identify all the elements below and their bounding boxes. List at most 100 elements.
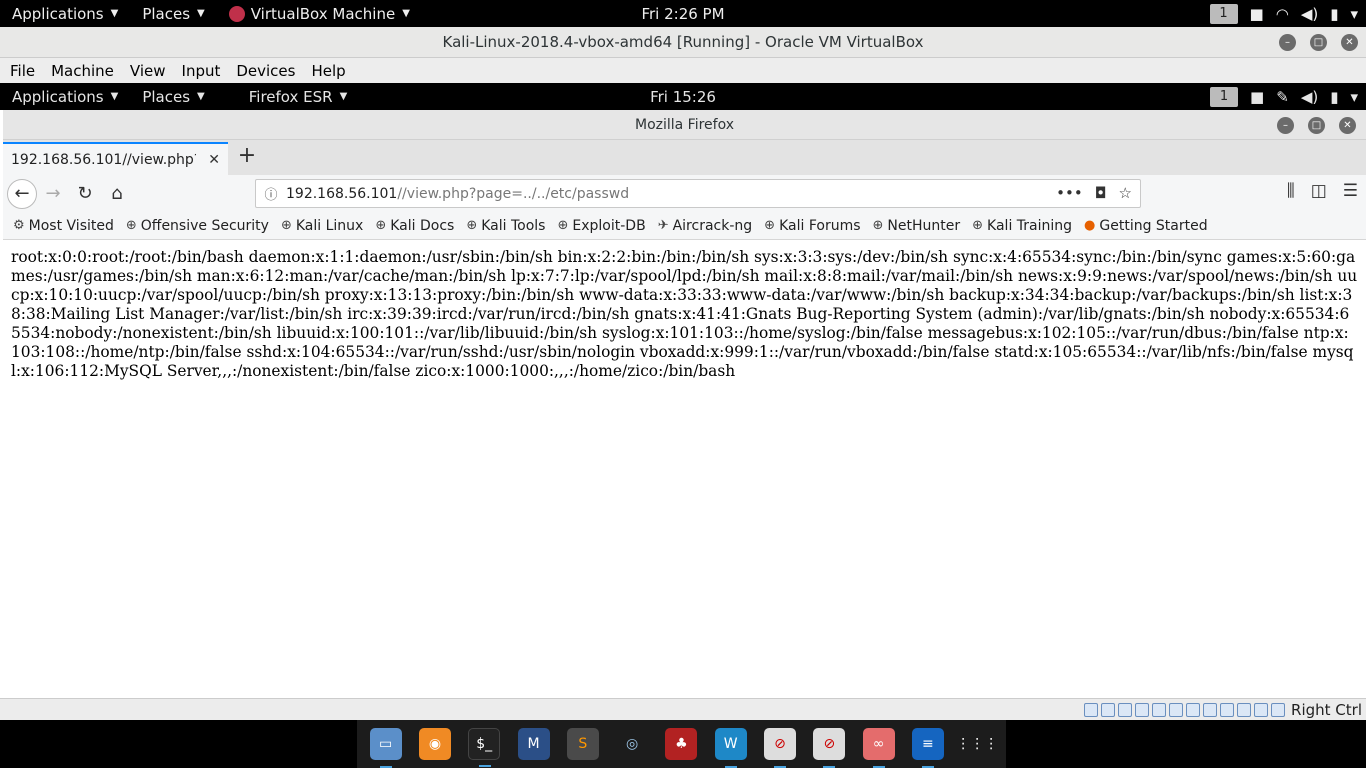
minimize-button[interactable]: – [1279, 34, 1296, 51]
menu-hamburger-icon[interactable]: ☰ [1343, 181, 1358, 201]
pocket-icon[interactable]: ◘ [1095, 184, 1107, 202]
host-places-menu[interactable]: Places ▼ [130, 0, 216, 27]
guest-active-app-menu[interactable]: Firefox ESR ▼ [237, 83, 360, 110]
metasploit-icon[interactable]: M [517, 728, 550, 760]
menu-help[interactable]: Help [303, 62, 353, 80]
eye-icon[interactable]: ◎ [616, 728, 648, 760]
harddisk-icon[interactable] [1084, 702, 1099, 717]
tab-active[interactable]: 192.168.56.101//view.php?p ✕ [3, 142, 228, 175]
wifi-icon[interactable]: ◠ [1276, 5, 1289, 23]
menu-view[interactable]: View [122, 62, 174, 80]
sublime-icon[interactable]: S [566, 728, 599, 760]
new-tab-button[interactable]: + [235, 145, 259, 169]
bookmark-kali-linux[interactable]: ⊕ Kali Linux [281, 218, 363, 234]
camera-icon[interactable]: ■ [1250, 88, 1264, 106]
recording-icon[interactable] [1203, 702, 1218, 717]
glasses-icon[interactable]: ∞ [862, 728, 895, 768]
bookmark-label: Kali Forums [779, 217, 861, 234]
firefox-window-controls: – □ ✕ [1277, 117, 1356, 134]
audio-icon[interactable] [1118, 702, 1133, 717]
page-actions-icon[interactable]: ••• [1056, 184, 1083, 202]
bookmark-aircrack-ng[interactable]: ✈ Aircrack-ng [658, 218, 752, 234]
camera-icon[interactable]: ■ [1250, 5, 1264, 23]
sidebar-icon[interactable]: ◫ [1311, 181, 1327, 201]
workspace-indicator[interactable]: 1 [1209, 3, 1238, 24]
network-icon[interactable] [1135, 702, 1150, 717]
menu-input[interactable]: Input [174, 62, 229, 80]
bookmark-offensive-security[interactable]: ⊕ Offensive Security [126, 218, 269, 234]
host-applications-label: Applications [12, 4, 104, 23]
host-applications-menu[interactable]: Applications ▼ [0, 0, 130, 27]
back-button[interactable]: ← [7, 178, 37, 209]
vt-icon[interactable] [1237, 702, 1252, 717]
burpsuite-icon[interactable]: ◉ [418, 728, 451, 760]
bookmark-label: Kali Tools [481, 217, 546, 234]
home-button[interactable]: ⌂ [101, 178, 133, 210]
page-body-text: root:x:0:0:root:/root:/bin/bash daemon:x… [3, 240, 1366, 696]
text-editor-icon[interactable]: ≡ [911, 728, 944, 768]
globe-icon: ⊕ [375, 218, 387, 233]
keyboard-capture-icon[interactable] [1271, 702, 1286, 717]
bookmark-exploit-db[interactable]: ⊕ Exploit-DB [557, 218, 645, 234]
firefox-title-bar: Mozilla Firefox – □ ✕ [3, 110, 1366, 140]
forward-button[interactable]: → [37, 178, 69, 210]
close-tab-icon[interactable]: ✕ [208, 152, 220, 168]
menu-file[interactable]: File [2, 62, 43, 80]
maximize-button[interactable]: □ [1310, 34, 1327, 51]
menu-machine[interactable]: Machine [43, 62, 122, 80]
info-icon[interactable]: ⓘ [256, 184, 286, 203]
bookmarks-toolbar: ⚙ Most Visited ⊕ Offensive Security ⊕ Kali … [3, 212, 1366, 240]
firefox-nav-bar: ← → ↻ ⌂ ⓘ 192.168.56.101//view.php?page=… [3, 175, 1366, 212]
cherry-icon[interactable]: ♣ [665, 728, 698, 760]
bookmark-getting-started[interactable]: ● Getting Started [1084, 218, 1208, 234]
guest-screen[interactable]: Applications ▼ Places ▼ Firefox ESR ▼ Fri 1… [0, 83, 1366, 698]
display-icon[interactable] [1186, 702, 1201, 717]
chevron-down-icon[interactable]: ▾ [1350, 5, 1358, 23]
bookmark-kali-tools[interactable]: ⊕ Kali Tools [466, 218, 545, 234]
chevron-down-icon[interactable]: ▾ [1350, 88, 1358, 106]
guest-applications-menu[interactable]: Applications ▼ [0, 83, 130, 110]
bookmark-kali-forums[interactable]: ⊕ Kali Forums [764, 218, 860, 234]
app-grid-icon[interactable]: ⋮⋮⋮ [956, 728, 998, 760]
bookmark-label: Kali Training [987, 217, 1073, 234]
firefox-tab-strip: 192.168.56.101//view.php?p ✕ + [3, 140, 1366, 175]
maximize-button[interactable]: □ [1308, 117, 1325, 134]
terminal-icon[interactable]: $_ [468, 728, 501, 767]
files-icon[interactable]: ▭ [369, 728, 402, 768]
shared-folders-icon[interactable] [1169, 702, 1184, 717]
bookmark-star-icon[interactable]: ☆ [1119, 184, 1132, 202]
blocked-app-icon[interactable]: ⊘ [764, 728, 797, 768]
guest-places-menu[interactable]: Places ▼ [130, 83, 216, 110]
volume-icon[interactable]: ◀) [1301, 5, 1318, 23]
pen-icon[interactable]: ✎ [1276, 88, 1289, 106]
bookmark-most-visited[interactable]: ⚙ Most Visited [13, 218, 114, 234]
battery-icon[interactable]: ▮ [1330, 88, 1338, 106]
blocked-app-2-icon[interactable]: ⊘ [813, 728, 846, 768]
url-actions: ••• ◘ ☆ [1056, 184, 1132, 202]
url-path: //view.php?page=../../etc/passwd [397, 185, 630, 202]
wireshark-icon[interactable]: W [714, 728, 747, 768]
bookmark-nethunter[interactable]: ⊕ NetHunter [873, 218, 961, 234]
volume-icon[interactable]: ◀) [1301, 88, 1318, 106]
url-bar[interactable]: ⓘ 192.168.56.101//view.php?page=../../et… [255, 179, 1141, 208]
tab-title: 192.168.56.101//view.php?p [11, 151, 196, 168]
minimize-button[interactable]: – [1277, 117, 1294, 134]
reload-button[interactable]: ↻ [69, 178, 101, 210]
globe-icon: ⊕ [280, 218, 292, 233]
dock: ▭ ◉ $_ M S ◎ ♣ W ⊘ ⊘ ∞ ≡ ⋮⋮⋮ [357, 720, 1006, 768]
bookmark-kali-training[interactable]: ⊕ Kali Training [972, 218, 1072, 234]
host-active-app-menu[interactable]: VirtualBox Machine ▼ [217, 0, 422, 27]
bookmark-kali-docs[interactable]: ⊕ Kali Docs [375, 218, 454, 234]
bookmark-label: Exploit-DB [572, 217, 646, 234]
cpu-icon[interactable] [1220, 702, 1235, 717]
library-icon[interactable]: ⫼ [1287, 181, 1295, 201]
close-button[interactable]: ✕ [1341, 34, 1358, 51]
close-button[interactable]: ✕ [1339, 117, 1356, 134]
menu-devices[interactable]: Devices [228, 62, 303, 80]
optical-drive-icon[interactable] [1101, 702, 1116, 717]
host-top-bar: Applications ▼ Places ▼ VirtualBox Machine… [0, 0, 1366, 27]
battery-icon[interactable]: ▮ [1330, 5, 1338, 23]
guest-workspace-indicator[interactable]: 1 [1210, 86, 1239, 107]
mouse-integration-icon[interactable] [1254, 702, 1269, 717]
usb-icon[interactable] [1152, 702, 1167, 717]
